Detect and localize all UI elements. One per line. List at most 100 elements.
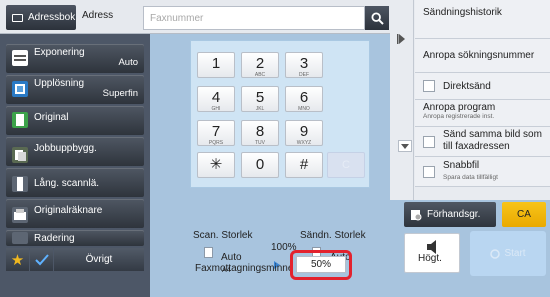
- key-letters: MNO: [298, 106, 310, 112]
- quickfile-checkbox[interactable]: [423, 166, 435, 178]
- expand-arrow-icon: [397, 34, 405, 44]
- key-digit: 8: [255, 123, 265, 140]
- exposure-value: Auto: [118, 57, 138, 68]
- key-digit: C: [342, 159, 350, 171]
- star-icon: ★: [10, 251, 25, 269]
- speaker-label: Högt.: [418, 253, 442, 264]
- key-6[interactable]: 6 MNO: [285, 86, 323, 112]
- key-3[interactable]: 3 DEF: [285, 52, 323, 78]
- key-digit: 1: [211, 55, 221, 72]
- chevron-down-icon: [401, 143, 409, 149]
- highlight-box: [290, 250, 352, 280]
- same-image-checkbox[interactable]: [423, 136, 435, 148]
- job-build-button[interactable]: Jobbuppbygg.: [6, 137, 144, 166]
- preview-button[interactable]: Förhandsgr.: [404, 202, 496, 227]
- resolution-button[interactable]: Upplösning Superfin: [6, 75, 144, 104]
- addressbook-label: Adressbok: [28, 12, 76, 23]
- call-program-sub: Anropa registrerade inst.: [423, 113, 495, 120]
- address-label: Adress: [82, 10, 114, 21]
- same-image-item[interactable]: Sänd samma bild som till faxadressen: [415, 127, 550, 157]
- key-9[interactable]: 9 WXYZ: [285, 120, 323, 146]
- search-button[interactable]: [365, 6, 389, 30]
- fax-number-input[interactable]: [143, 6, 365, 30]
- scroll-down-button[interactable]: [398, 140, 412, 152]
- resolution-value: Superfin: [102, 88, 138, 99]
- addressbook-icon: [12, 13, 23, 22]
- call-search-number-label: Anropa sökningsnummer: [423, 50, 535, 61]
- call-program-item[interactable]: Anropa program Anropa registrerade inst.: [415, 100, 550, 127]
- other-label: Övrigt: [85, 254, 113, 265]
- key-hash[interactable]: #: [285, 152, 323, 178]
- quickfile-label: Snabbfil: [443, 160, 480, 171]
- original-icon: [12, 112, 28, 128]
- call-search-number-item[interactable]: Anropa sökningsnummer: [415, 39, 550, 73]
- key-digit: 0: [255, 156, 265, 173]
- erase-button[interactable]: Radering: [6, 230, 144, 246]
- long-scan-button[interactable]: Lång. scannlä.: [6, 168, 144, 197]
- send-history-label: Sändningshistorik: [423, 7, 502, 18]
- exposure-button[interactable]: Exponering Auto: [6, 44, 144, 73]
- quickfile-item[interactable]: Snabbfil Spara data tillfälligt: [415, 157, 550, 187]
- search-icon: [370, 11, 384, 25]
- addressbook-button[interactable]: Adressbok: [6, 5, 76, 30]
- key-star[interactable]: ✳: [197, 152, 235, 178]
- original-counter-button[interactable]: Originalräknare: [6, 199, 144, 228]
- key-letters: GHI: [211, 106, 221, 112]
- start-button[interactable]: Start: [470, 231, 546, 276]
- key-digit: 7: [211, 123, 221, 140]
- key-digit: #: [299, 156, 309, 173]
- confirm-button[interactable]: [30, 248, 53, 271]
- erase-label: Radering: [34, 233, 75, 244]
- long-scan-icon: [12, 176, 28, 192]
- key-8[interactable]: 8 TUV: [241, 120, 279, 146]
- key-5[interactable]: 5 JKL: [241, 86, 279, 112]
- key-digit: 9: [299, 123, 309, 140]
- start-icon: [490, 248, 501, 259]
- key-digit: 5: [255, 89, 265, 106]
- key-0[interactable]: 0: [241, 152, 279, 178]
- key-letters: WXYZ: [296, 140, 312, 146]
- key-7[interactable]: 7 PQRS: [197, 120, 235, 146]
- scan-size-label: Scan. Storlek: [193, 230, 253, 241]
- key-4[interactable]: 4 GHI: [197, 86, 235, 112]
- send-history-item[interactable]: Sändningshistorik: [415, 0, 550, 39]
- direct-send-label: Direktsänd: [443, 81, 491, 92]
- other-button[interactable]: Övrigt: [54, 248, 144, 271]
- resolution-icon: [12, 81, 28, 97]
- long-scan-label: Lång. scannlä.: [34, 178, 100, 189]
- ca-label: CA: [517, 209, 531, 220]
- scan-paper-icon: [204, 247, 213, 258]
- preview-icon: [411, 209, 422, 220]
- original-button[interactable]: Original: [6, 106, 144, 135]
- top-bar: Adressbok Adress: [0, 0, 390, 34]
- key-letters: TUV: [255, 140, 265, 146]
- scan-size-value: Auto: [221, 252, 242, 263]
- job-build-icon: [12, 147, 28, 163]
- key-digit: 4: [211, 89, 221, 106]
- start-label: Start: [504, 248, 526, 259]
- key-letters: JKL: [255, 106, 265, 112]
- call-program-label: Anropa program: [423, 102, 496, 113]
- quickfile-sub: Spara data tillfälligt: [443, 174, 498, 181]
- memory-separator: :: [285, 263, 288, 274]
- counter-icon: [12, 207, 28, 223]
- key-letters: PQRS: [208, 140, 224, 146]
- exposure-label: Exponering: [34, 47, 85, 58]
- key-letters: ABC: [254, 72, 266, 78]
- same-image-label: Sänd samma bild som till faxadressen: [443, 129, 542, 152]
- original-label: Original: [34, 112, 69, 123]
- direct-send-item[interactable]: Direktsänd: [415, 73, 550, 100]
- favorite-star-button[interactable]: ★: [6, 248, 29, 271]
- memory-label: Faxmottagningsminne: [195, 263, 294, 274]
- key-letters: DEF: [299, 72, 309, 78]
- key-digit: ✳: [209, 156, 223, 173]
- key-2[interactable]: 2 ABC: [241, 52, 279, 78]
- clear-all-button[interactable]: CA: [502, 202, 546, 227]
- job-build-label: Jobbuppbygg.: [34, 143, 97, 154]
- key-clear[interactable]: C: [327, 152, 365, 178]
- key-digit: 2: [255, 55, 265, 72]
- erase-icon: [12, 232, 28, 244]
- key-1[interactable]: 1: [197, 52, 235, 78]
- panel-expand-handle[interactable]: [390, 0, 414, 200]
- direct-send-checkbox[interactable]: [423, 80, 435, 92]
